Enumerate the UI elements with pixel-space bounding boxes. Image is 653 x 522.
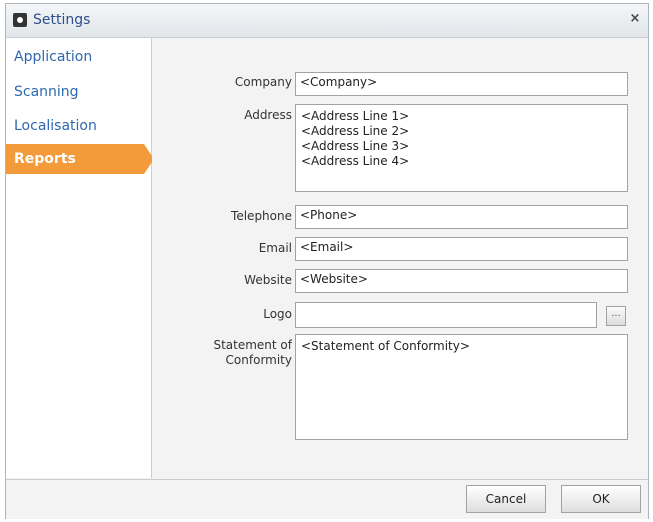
sidebar-item-label: Localisation	[14, 118, 97, 134]
settings-icon	[13, 13, 27, 27]
sidebar-item-scanning[interactable]: Scanning	[6, 77, 151, 107]
address-label: Address	[244, 108, 292, 122]
settings-sidebar: Application Scanning Localisation Report…	[6, 38, 154, 478]
logo-browse-button[interactable]: ...	[606, 306, 626, 326]
title-bar: Settings ×	[6, 4, 648, 38]
company-label: Company	[234, 75, 292, 89]
statement-label: Statement of Conformity	[213, 338, 292, 367]
statement-field[interactable]: <Statement of Conformity>	[295, 334, 628, 440]
logo-label: Logo	[263, 307, 292, 321]
website-label: Website	[244, 273, 292, 287]
sidebar-item-label: Reports	[14, 151, 76, 167]
sidebar-item-label: Scanning	[14, 84, 79, 100]
sidebar-item-application[interactable]: Application	[6, 42, 151, 72]
sidebar-item-label: Application	[14, 49, 93, 65]
window-title: Settings	[33, 12, 91, 28]
close-icon[interactable]: ×	[628, 12, 642, 26]
sidebar-item-localisation[interactable]: Localisation	[6, 111, 151, 141]
website-field[interactable]: <Website>	[295, 269, 628, 293]
company-field[interactable]: <Company>	[295, 72, 628, 96]
settings-window: Settings × Application Scanning Localisa…	[5, 3, 649, 519]
cancel-button[interactable]: Cancel	[466, 485, 546, 513]
telephone-label: Telephone	[231, 209, 292, 223]
reports-panel: Company <Company> Address <Address Line …	[152, 38, 648, 478]
ok-button[interactable]: OK	[561, 485, 641, 513]
dialog-footer: Cancel OK	[6, 479, 648, 519]
email-label: Email	[258, 241, 292, 255]
logo-field[interactable]	[295, 302, 597, 328]
sidebar-item-reports[interactable]: Reports	[6, 144, 154, 174]
email-field[interactable]: <Email>	[295, 237, 628, 261]
telephone-field[interactable]: <Phone>	[295, 205, 628, 229]
address-field[interactable]: <Address Line 1> <Address Line 2> <Addre…	[295, 104, 628, 192]
